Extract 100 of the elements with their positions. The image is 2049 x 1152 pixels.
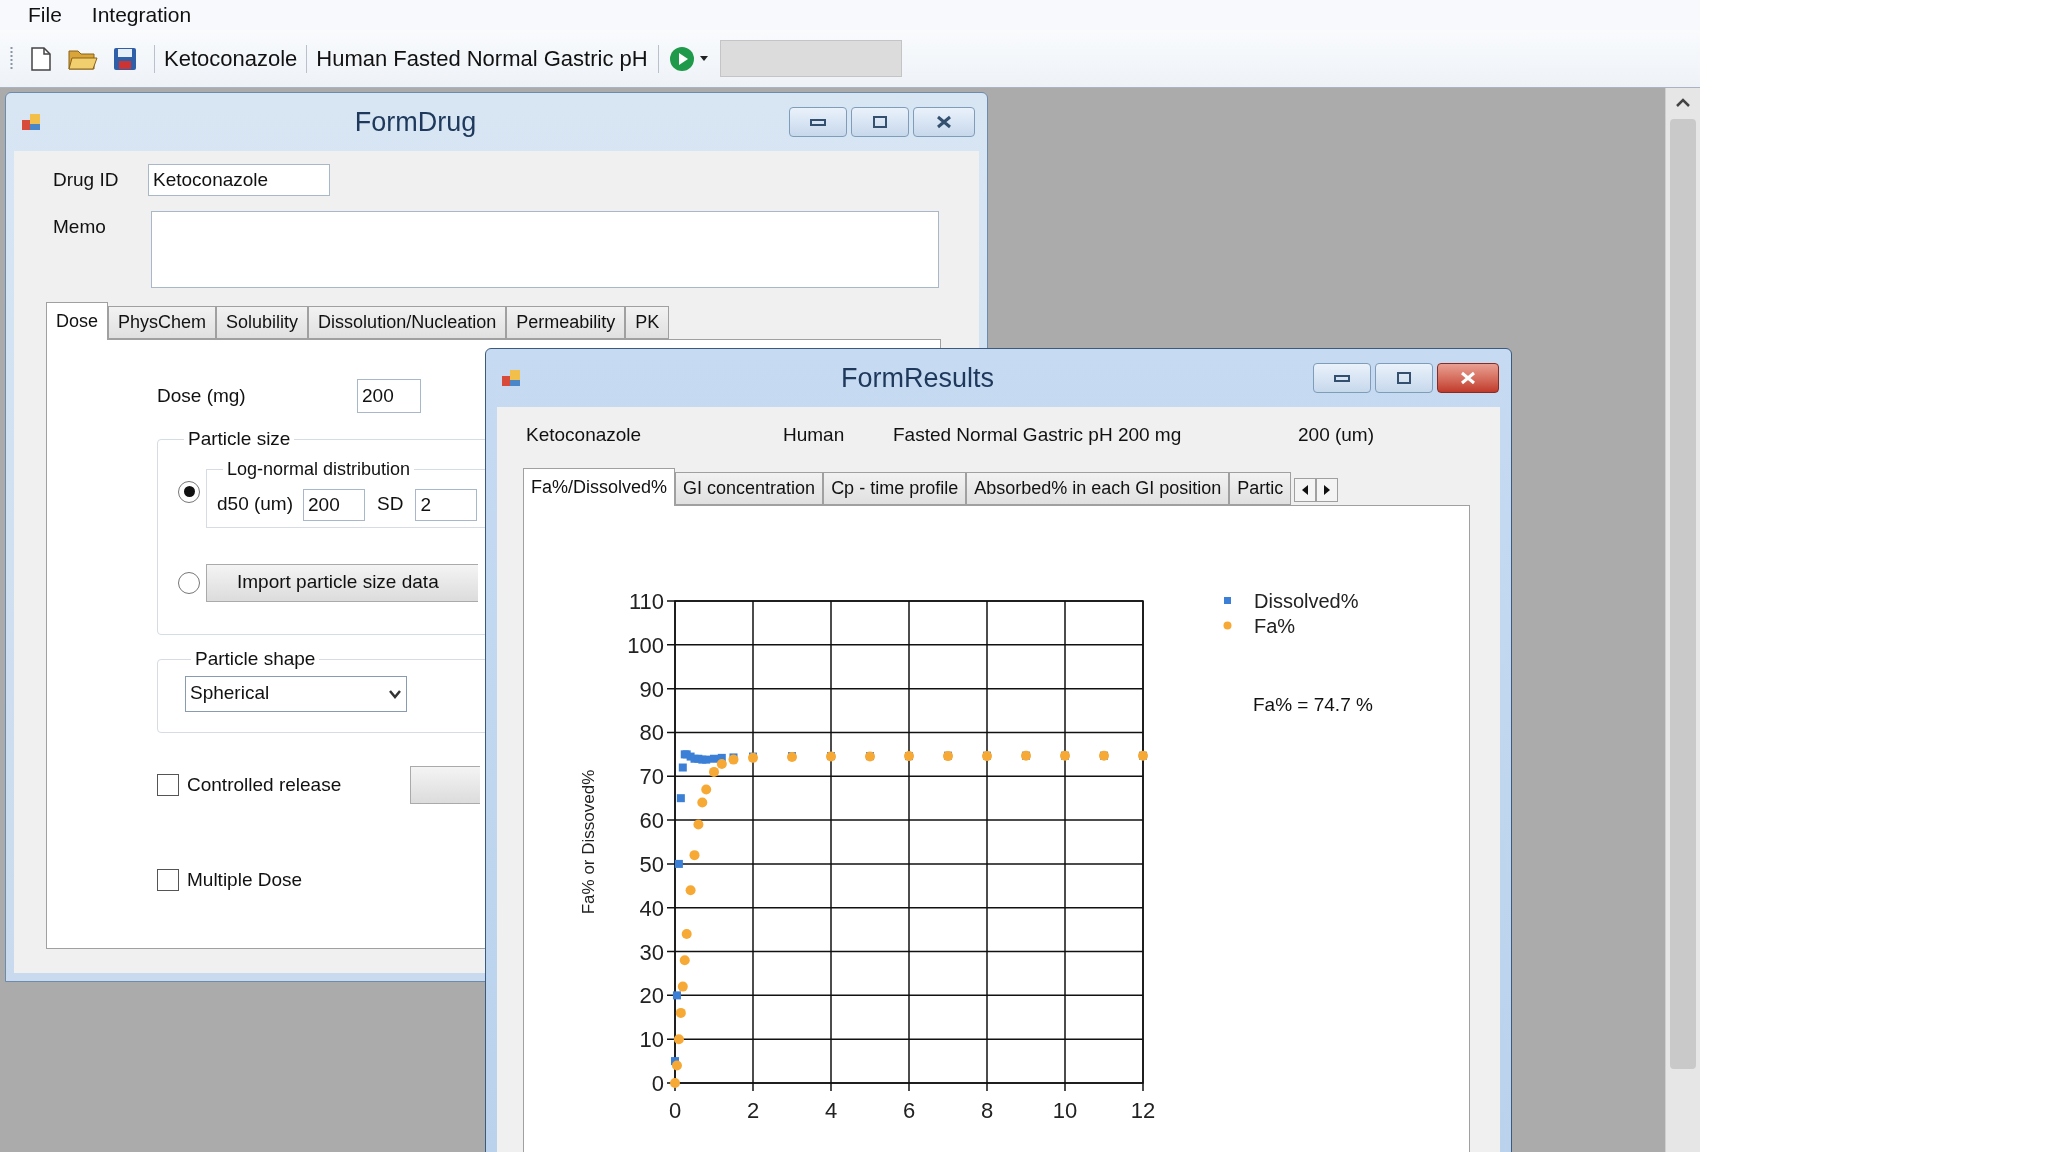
info-text: Ketoconazole	[526, 423, 643, 447]
window-title: FormResults	[840, 361, 995, 395]
y-tick-label: 110	[628, 588, 664, 614]
toolbar-grip-icon	[10, 46, 13, 71]
tab[interactable]: Permeability	[506, 306, 626, 339]
tab[interactable]: Dose	[46, 302, 109, 340]
sd-field[interactable]: 2	[415, 488, 478, 521]
tab[interactable]: Partic	[1229, 471, 1292, 505]
radio-button[interactable]	[178, 571, 200, 594]
caret-icon	[699, 56, 708, 61]
tab[interactable]: PK	[625, 306, 670, 339]
tab[interactable]: PhysChem	[108, 306, 217, 339]
memo-field[interactable]	[151, 211, 939, 288]
chevron-down-icon	[388, 688, 402, 699]
field-label: Memo	[53, 215, 107, 239]
data-point	[679, 954, 690, 965]
data-point	[716, 758, 727, 769]
data-point	[1138, 750, 1148, 761]
legend-label: Fa%	[1254, 614, 1296, 637]
tab[interactable]: GI concentration	[675, 471, 824, 505]
result-text: Fa% = 74.7 %	[1253, 693, 1373, 715]
legend-label: Dissolved%	[1254, 589, 1359, 612]
info-text: Human	[783, 423, 846, 447]
d50-field[interactable]: 200	[303, 488, 366, 521]
tab-scroll-right-button[interactable]	[1316, 477, 1339, 502]
field-label: d50 (um)	[217, 492, 294, 517]
info-text: Fasted Normal Gastric pH 200 mg	[893, 423, 1183, 447]
scrollbar-thumb[interactable]	[1670, 119, 1696, 1069]
y-tick-label: 20	[639, 982, 664, 1008]
data-point	[1060, 750, 1070, 761]
drug-label: Ketoconazole	[164, 45, 298, 73]
data-point	[672, 990, 681, 999]
combo-field[interactable]	[719, 40, 902, 77]
x-tick-label: 2	[746, 1097, 760, 1123]
minimize-icon	[810, 118, 826, 126]
tab-scroll-left-button[interactable]	[1294, 477, 1317, 502]
tab[interactable]: Absorbed% in each GI position	[966, 471, 1230, 505]
triangle-left-icon	[1302, 484, 1309, 495]
data-point	[673, 1033, 684, 1044]
data-point	[701, 783, 712, 794]
data-point	[748, 752, 758, 763]
import-button[interactable]: Import particle size data	[206, 563, 478, 602]
data-point	[865, 751, 875, 762]
menu-item[interactable]: File	[28, 0, 62, 31]
maximize-button[interactable]	[851, 107, 909, 137]
y-tick-label: 10	[639, 1026, 664, 1052]
data-point	[1099, 750, 1109, 761]
data-point	[728, 754, 739, 765]
close-button[interactable]	[913, 107, 975, 137]
y-axis-title: Fa% or Dissoved%	[579, 769, 598, 914]
maximize-icon	[1396, 371, 1412, 385]
tab[interactable]: Fa%/Dissolved%	[523, 467, 676, 506]
tab[interactable]: Dissolution/Nucleation	[308, 306, 507, 339]
menu-item[interactable]: Integration	[91, 0, 192, 31]
maximize-icon	[872, 115, 888, 129]
data-point	[677, 981, 688, 992]
y-tick-label: 60	[639, 807, 664, 833]
triangle-right-icon	[1324, 484, 1331, 495]
close-icon	[936, 115, 952, 129]
checkbox[interactable]	[157, 869, 179, 892]
maximize-button[interactable]	[1375, 363, 1433, 393]
x-tick-label: 12	[1130, 1097, 1156, 1123]
data-point	[1021, 750, 1031, 761]
vertical-scrollbar[interactable]	[1665, 88, 1700, 1152]
y-tick-label: 0	[651, 1070, 664, 1096]
app-icon	[22, 112, 42, 132]
data-point	[675, 1007, 686, 1018]
group-title: Particle shape	[194, 647, 317, 671]
close-icon	[1460, 371, 1476, 385]
x-tick-label: 4	[824, 1097, 838, 1123]
document-icon	[31, 46, 51, 71]
y-tick-label: 100	[627, 632, 664, 658]
checkbox[interactable]	[157, 774, 179, 796]
data-point	[826, 751, 836, 762]
y-tick-label: 30	[639, 939, 664, 965]
run-button[interactable]	[668, 45, 708, 72]
data-point	[681, 928, 692, 939]
dose-field[interactable]: 200	[357, 379, 421, 413]
data-point	[689, 849, 700, 860]
drug-id-field[interactable]: Ketoconazole	[148, 164, 330, 196]
shape-dropdown[interactable]: Spherical	[185, 675, 407, 712]
tab[interactable]: Cp - time profile	[823, 471, 967, 505]
y-tick-label: 50	[639, 851, 664, 877]
field-label: Dose (mg)	[157, 383, 247, 408]
y-tick-label: 70	[639, 763, 664, 789]
radio-button[interactable]	[178, 480, 200, 503]
minimize-button[interactable]	[789, 107, 847, 137]
group-title: Particle size	[187, 427, 292, 451]
data-point	[943, 750, 953, 761]
data-point	[670, 1077, 680, 1088]
window-title: FormDrug	[353, 105, 478, 139]
tab[interactable]: Solubility	[216, 306, 309, 339]
scroll-up-icon	[1676, 98, 1690, 107]
checkbox-label: Controlled release	[187, 772, 342, 797]
minimize-button[interactable]	[1313, 363, 1371, 393]
close-button[interactable]	[1437, 363, 1499, 393]
play-icon	[668, 45, 695, 72]
data-point	[674, 859, 683, 868]
data-point	[676, 793, 685, 802]
x-tick-label: 6	[902, 1097, 916, 1123]
